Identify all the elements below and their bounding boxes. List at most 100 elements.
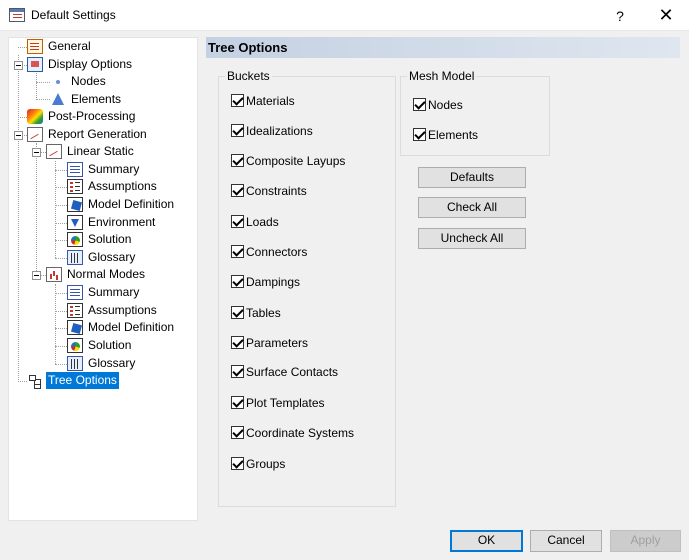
checkbox-coordinate-systems[interactable]: Coordinate Systems xyxy=(231,424,354,440)
tree-item-nodes[interactable]: Nodes xyxy=(50,73,108,90)
tree-item-label: Environment xyxy=(88,215,156,230)
check-all-button[interactable]: Check All xyxy=(418,197,526,218)
tree-item-label: Assumptions xyxy=(88,303,157,318)
checkbox-box[interactable] xyxy=(231,457,244,471)
ok-button[interactable]: OK xyxy=(450,530,523,552)
tree-item-label: Report Generation xyxy=(48,127,147,142)
checkbox-loads[interactable]: Loads xyxy=(231,213,279,229)
model-definition-icon xyxy=(67,320,83,336)
tree-item-modes-glossary[interactable]: Glossary xyxy=(67,355,137,372)
buckets-group: Buckets Materials Idealizations Composit… xyxy=(218,69,396,507)
solution-icon xyxy=(67,338,83,354)
tree-options-panel: Tree Options Buckets Materials Idealizat… xyxy=(206,37,680,521)
environment-icon xyxy=(67,215,83,231)
tree-item-elements[interactable]: Elements xyxy=(50,91,123,108)
checkbox-nodes[interactable]: Nodes xyxy=(413,96,463,112)
normal-modes-icon xyxy=(46,267,62,283)
defaults-button[interactable]: Defaults xyxy=(418,167,526,188)
settings-tree[interactable]: General Display Options Nodes Elements P… xyxy=(8,37,198,521)
checkbox-constraints[interactable]: Constraints xyxy=(231,182,307,198)
assumptions-icon xyxy=(67,303,83,319)
tree-item-modes-model-definition[interactable]: Model Definition xyxy=(67,319,176,336)
checkbox-idealizations[interactable]: Idealizations xyxy=(231,122,313,138)
tree-item-label: Model Definition xyxy=(88,197,175,212)
tree-item-display-options[interactable]: Display Options xyxy=(27,56,134,73)
glossary-icon xyxy=(67,250,83,266)
tree-item-label: Summary xyxy=(88,162,140,177)
cancel-button[interactable]: Cancel xyxy=(530,530,602,552)
general-icon xyxy=(27,39,43,55)
tree-item-label: Glossary xyxy=(88,356,136,371)
buckets-group-label: Buckets xyxy=(225,69,272,83)
tree-item-modes-summary[interactable]: Summary xyxy=(67,284,141,301)
tree-item-label: General xyxy=(48,39,91,54)
checkbox-box[interactable] xyxy=(231,396,244,410)
solution-icon xyxy=(67,232,83,248)
tree-item-normal-modes[interactable]: Normal Modes xyxy=(46,266,147,283)
checkbox-box[interactable] xyxy=(413,98,426,112)
checkbox-box[interactable] xyxy=(231,124,244,138)
display-options-icon xyxy=(27,57,43,73)
tree-item-label: Glossary xyxy=(88,250,136,265)
checkbox-dampings[interactable]: Dampings xyxy=(231,273,300,289)
checkbox-box[interactable] xyxy=(231,215,244,229)
checkbox-box[interactable] xyxy=(231,94,244,108)
checkbox-box[interactable] xyxy=(231,245,244,259)
report-generation-collapse-toggle[interactable] xyxy=(14,131,23,140)
tree-item-label: Summary xyxy=(88,285,140,300)
uncheck-all-button[interactable]: Uncheck All xyxy=(418,228,526,249)
checkbox-box[interactable] xyxy=(231,275,244,289)
tree-item-label: Post-Processing xyxy=(48,109,136,124)
close-button[interactable]: ✕ xyxy=(654,4,678,26)
tree-item-linear-model-definition[interactable]: Model Definition xyxy=(67,196,176,213)
tree-item-label: Nodes xyxy=(71,74,106,89)
linear-static-collapse-toggle[interactable] xyxy=(32,148,41,157)
checkbox-box[interactable] xyxy=(231,336,244,350)
tree-item-linear-solution[interactable]: Solution xyxy=(67,231,133,248)
tree-item-linear-static[interactable]: Linear Static xyxy=(46,143,136,160)
checkbox-box[interactable] xyxy=(231,306,244,320)
checkbox-box[interactable] xyxy=(231,184,244,198)
tree-item-label: Assumptions xyxy=(88,179,157,194)
panel-title: Tree Options xyxy=(208,40,288,55)
tree-item-modes-solution[interactable]: Solution xyxy=(67,337,133,354)
checkbox-box[interactable] xyxy=(231,426,244,440)
tree-item-label: Normal Modes xyxy=(67,267,146,282)
checkbox-box[interactable] xyxy=(231,365,244,379)
tree-item-linear-summary[interactable]: Summary xyxy=(67,161,141,178)
nodes-icon xyxy=(50,74,66,89)
mesh-model-group: Mesh Model Nodes Elements xyxy=(400,69,550,156)
settings-window-icon xyxy=(9,8,25,22)
tree-item-label: Tree Options xyxy=(46,372,119,390)
help-button[interactable]: ? xyxy=(610,6,630,26)
linear-static-icon xyxy=(46,144,62,160)
normal-modes-collapse-toggle[interactable] xyxy=(32,271,41,280)
tree-item-post-processing[interactable]: Post-Processing xyxy=(27,108,137,125)
checkbox-tables[interactable]: Tables xyxy=(231,304,281,320)
tree-item-report-generation[interactable]: Report Generation xyxy=(27,126,149,143)
tree-item-linear-environment[interactable]: Environment xyxy=(67,214,157,231)
tree-item-linear-glossary[interactable]: Glossary xyxy=(67,249,137,266)
checkbox-elements[interactable]: Elements xyxy=(413,126,478,142)
summary-icon xyxy=(67,162,83,178)
tree-item-linear-assumptions[interactable]: Assumptions xyxy=(67,178,159,195)
checkbox-composite-layups[interactable]: Composite Layups xyxy=(231,152,345,168)
checkbox-box[interactable] xyxy=(413,128,426,142)
tree-item-tree-options[interactable]: Tree Options xyxy=(27,372,119,390)
apply-button[interactable]: Apply xyxy=(610,530,681,552)
checkbox-surface-contacts[interactable]: Surface Contacts xyxy=(231,363,338,379)
checkbox-plot-templates[interactable]: Plot Templates xyxy=(231,394,325,410)
title-bar: Default Settings ? ✕ xyxy=(0,0,689,31)
checkbox-parameters[interactable]: Parameters xyxy=(231,334,308,350)
display-options-collapse-toggle[interactable] xyxy=(14,61,23,70)
elements-icon xyxy=(50,92,66,107)
tree-item-label: Elements xyxy=(71,92,122,107)
tree-item-label: Linear Static xyxy=(67,144,134,159)
checkbox-box[interactable] xyxy=(231,154,244,168)
checkbox-groups[interactable]: Groups xyxy=(231,455,285,471)
tree-item-general[interactable]: General xyxy=(27,38,93,55)
summary-icon xyxy=(67,285,83,301)
checkbox-materials[interactable]: Materials xyxy=(231,92,295,108)
tree-item-modes-assumptions[interactable]: Assumptions xyxy=(67,302,159,319)
checkbox-connectors[interactable]: Connectors xyxy=(231,243,307,259)
